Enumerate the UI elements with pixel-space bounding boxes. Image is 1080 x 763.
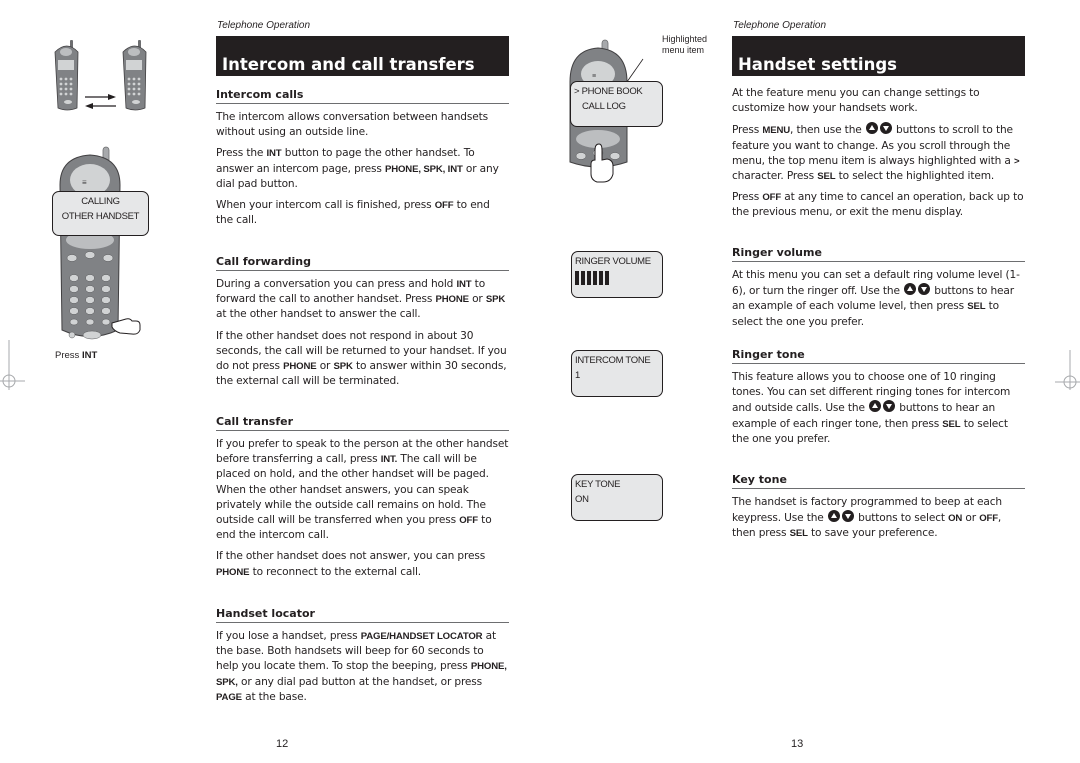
paragraph: Press MENU, then use the buttons to scro… [732,122,1020,183]
lcd-feature-menu: > PHONE BOOK CALL LOG [570,81,663,127]
up-arrow-button-icon [904,283,917,296]
section-heading: Call transfer [216,415,509,431]
handset-icon [54,40,79,111]
lcd-line: OTHER HANDSET [61,211,140,222]
section-heading: Key tone [732,473,1025,489]
paragraph: If the other handset does not respond in… [216,329,507,388]
paragraph: When your intercom call is finished, pre… [216,199,490,227]
paragraph: If the other handset does not answer, yo… [216,550,486,578]
page-title: Intercom and call transfers [216,36,509,76]
section-heading: Handset locator [216,607,509,623]
volume-bar [575,271,579,285]
two-handsets-illustration [54,40,147,111]
paragraph: Press OFF at any time to cancel an opera… [732,191,1024,219]
volume-level-bars [575,271,659,285]
down-arrow-button-icon [879,122,892,135]
handset-intercom-illustration: ≡ [59,146,141,340]
lcd-line: CALLING [81,196,120,207]
page-number: 13 [791,738,804,750]
lcd-ringer-volume: RINGER VOLUME [571,251,663,298]
section-handset-locator: Handset locator If you lose a handset, p… [216,607,509,705]
running-head: Telephone Operation [733,20,827,31]
handset-icon [122,40,147,111]
lcd-label: KEY TONE [575,479,621,490]
page-number: 12 [276,738,289,750]
paragraph: Press the INT button to page the other h… [216,147,499,190]
paragraph: If you prefer to speak to the person at … [216,438,509,542]
section-intercom-calls: Intercom calls The intercom allows conve… [216,88,509,228]
down-arrow-button-icon [918,283,931,296]
volume-bar [605,271,609,285]
section-key-tone: Key tone The handset is factory programm… [732,473,1025,542]
svg-text:≡: ≡ [82,178,87,187]
up-arrow-button-icon [827,510,840,523]
lcd-label: INTERCOM TONE [575,355,651,366]
volume-bar [587,271,591,285]
paragraph: If you lose a handset, press PAGE/HANDSE… [216,630,507,703]
paragraph: At this menu you can set a default ring … [732,269,1020,328]
lcd-highlighted-item: > PHONE BOOK [574,86,643,97]
lcd-label: RINGER VOLUME [575,256,651,267]
paragraph: At the feature menu you can change setti… [732,87,980,115]
lcd-intercom-tone: INTERCOM TONE 1 [571,350,663,397]
registration-mark-right [1055,350,1080,390]
volume-bar [599,271,603,285]
down-arrow-button-icon [841,510,854,523]
transfer-arrows-icon [85,94,116,109]
paragraph: This feature allows you to choose one of… [732,371,1011,445]
section-ringer-volume: Ringer volume At this menu you can set a… [732,246,1025,330]
paragraph: The handset is factory programmed to bee… [732,496,1002,540]
up-arrow-button-icon [869,400,882,413]
svg-text:≡: ≡ [592,73,596,80]
section-heading: Intercom calls [216,88,509,104]
lcd-calling-other-handset: CALLING OTHER HANDSET [52,191,149,236]
lcd-menu-item: CALL LOG [582,101,626,112]
section-intro: At the feature menu you can change setti… [732,86,1027,221]
page-title: Handset settings [732,36,1025,76]
lcd-key-tone: KEY TONE ON [571,474,663,521]
volume-bar [593,271,597,285]
section-call-forwarding: Call forwarding During a conversation yo… [216,255,509,389]
down-arrow-button-icon [883,400,896,413]
volume-bar [581,271,585,285]
registration-mark-left [0,340,25,390]
paragraph: During a conversation you can press and … [216,278,506,321]
up-arrow-button-icon [865,122,878,135]
callout-label: Highlighted menu item [662,34,708,55]
lcd-value: 1 [575,370,580,381]
lcd-value: ON [575,494,589,505]
illustration-caption: Press INT [55,350,98,361]
section-call-transfer: Call transfer If you prefer to speak to … [216,415,509,580]
section-heading: Call forwarding [216,255,509,271]
running-head: Telephone Operation [217,20,311,31]
section-heading: Ringer tone [732,348,1025,364]
section-ringer-tone: Ringer tone This feature allows you to c… [732,348,1025,447]
paragraph: The intercom allows conversation between… [216,111,488,139]
section-heading: Ringer volume [732,246,1025,262]
